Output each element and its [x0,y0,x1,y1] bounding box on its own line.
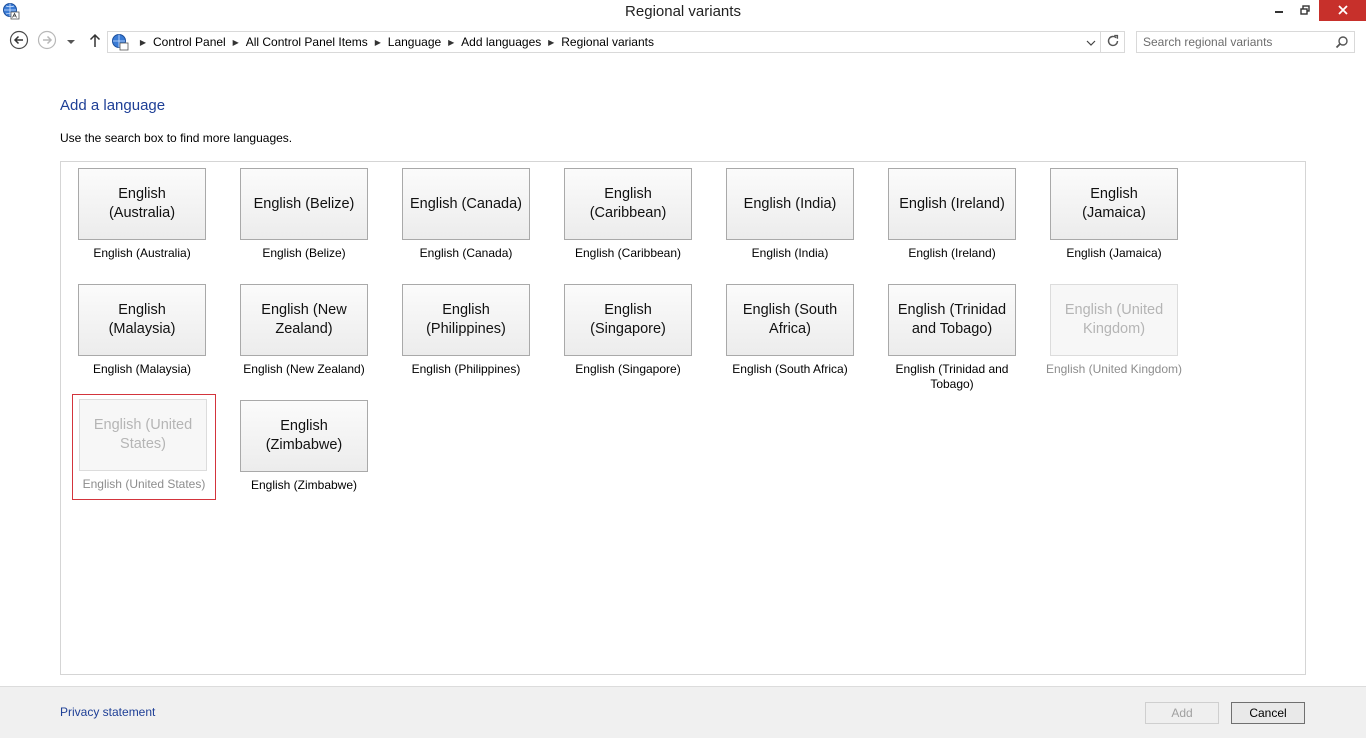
breadcrumb-separator-icon[interactable]: ▶ [227,38,245,47]
language-tile-icon: English (Caribbean) [564,168,692,240]
language-tile-english-united-kingdom: English (United Kingdom) English (United… [1040,278,1188,396]
back-button[interactable] [9,30,29,53]
breadcrumb-regional-variants[interactable]: Regional variants [560,35,655,49]
language-caption: English (Jamaica) [1066,246,1162,260]
language-caption: English (South Africa) [732,362,848,376]
address-history-button[interactable] [1084,34,1098,50]
language-caption: English (Zimbabwe) [250,478,358,492]
language-tile-icon: English (Philippines) [402,284,530,356]
breadcrumb-separator-icon[interactable]: ▶ [369,38,387,47]
up-button[interactable] [85,31,105,51]
minimize-icon [1274,4,1284,18]
language-caption: English (Caribbean) [574,246,682,260]
language-tile-icon: English (Belize) [240,168,368,240]
search-input[interactable] [1137,32,1327,52]
breadcrumb-language[interactable]: Language [387,35,442,49]
language-tile-english-caribbean[interactable]: English (Caribbean) English (Caribbean) [554,162,702,280]
cancel-button[interactable]: Cancel [1231,702,1305,724]
language-caption: English (Canada) [419,246,513,260]
language-tile-english-canada[interactable]: English (Canada) English (Canada) [392,162,540,280]
language-tile-english-belize[interactable]: English (Belize) English (Belize) [230,162,378,280]
control-panel-icon [111,33,129,51]
language-tile-icon: English (New Zealand) [240,284,368,356]
language-tile-icon: English (Trinidad and Tobago) [888,284,1016,356]
refresh-icon [1106,34,1120,51]
language-caption: English (United States) [82,477,206,491]
language-caption: English (Trinidad and Tobago) [895,362,1009,391]
refresh-button[interactable] [1101,31,1125,53]
language-caption: English (Belize) [262,246,346,260]
language-caption: English (New Zealand) [243,362,365,376]
language-tile-english-malaysia[interactable]: English (Malaysia) English (Malaysia) [68,278,216,396]
breadcrumb: ▶ Control Panel ▶ All Control Panel Item… [134,35,655,49]
minimize-button[interactable] [1266,0,1292,21]
footer-bar: Privacy statement Add Cancel [0,686,1366,738]
language-caption: English (Malaysia) [92,362,192,376]
search-box[interactable] [1136,31,1355,53]
window-title: Regional variants [625,3,741,20]
language-tile-english-jamaica[interactable]: English (Jamaica) English (Jamaica) [1040,162,1188,280]
search-icon[interactable] [1335,35,1349,49]
language-tile-english-new-zealand[interactable]: English (New Zealand) English (New Zeala… [230,278,378,396]
title-bar: Regional variants [0,0,1366,24]
forward-button[interactable] [37,30,57,53]
language-caption: English (Philippines) [411,362,521,376]
breadcrumb-separator-icon[interactable]: ▶ [134,38,152,47]
language-tile-icon: English (Malaysia) [78,284,206,356]
close-button[interactable] [1319,0,1366,21]
chevron-down-icon [1086,35,1096,49]
language-tile-english-india[interactable]: English (India) English (India) [716,162,864,280]
language-tile-icon: English (Ireland) [888,168,1016,240]
language-tile-english-trinidad-and-tobago[interactable]: English (Trinidad and Tobago) English (T… [878,278,1026,396]
language-tile-icon: English (United Kingdom) [1050,284,1178,356]
close-icon [1337,4,1348,18]
language-tile-english-south-africa[interactable]: English (South Africa) English (South Af… [716,278,864,396]
language-caption: English (United Kingdom) [1045,362,1183,376]
language-caption: English (Ireland) [908,246,996,260]
privacy-statement-link[interactable]: Privacy statement [60,705,155,719]
language-tile-icon: English (India) [726,168,854,240]
breadcrumb-all-control-panel-items[interactable]: All Control Panel Items [245,35,369,49]
language-caption: English (Australia) [93,246,191,260]
address-bar[interactable]: ▶ Control Panel ▶ All Control Panel Item… [107,31,1101,53]
back-arrow-icon [9,30,29,53]
breadcrumb-control-panel[interactable]: Control Panel [152,35,227,49]
chevron-down-icon [67,34,75,48]
language-tile-icon: English (United States) [79,399,207,471]
language-tile-english-ireland[interactable]: English (Ireland) English (Ireland) [878,162,1026,280]
breadcrumb-add-languages[interactable]: Add languages [460,35,542,49]
language-tile-icon: English (Canada) [402,168,530,240]
restore-icon [1300,4,1310,18]
language-tile-english-united-states[interactable]: English (United States) English (United … [72,394,216,500]
language-list-panel: English (Australia) English (Australia) … [60,161,1306,675]
add-button[interactable]: Add [1145,702,1219,724]
up-arrow-icon [88,32,102,51]
recent-locations-button[interactable] [64,31,78,51]
language-tile-icon: English (Singapore) [564,284,692,356]
language-tile-icon: English (Zimbabwe) [240,400,368,472]
forward-arrow-icon [37,30,57,53]
language-tile-english-singapore[interactable]: English (Singapore) English (Singapore) [554,278,702,396]
language-tile-icon: English (Jamaica) [1050,168,1178,240]
language-tile-english-australia[interactable]: English (Australia) English (Australia) [68,162,216,280]
page-title: Add a language [60,97,166,114]
breadcrumb-separator-icon[interactable]: ▶ [542,38,560,47]
language-caption: English (Singapore) [575,362,681,376]
language-tile-icon: English (South Africa) [726,284,854,356]
language-tile-english-philippines[interactable]: English (Philippines) English (Philippin… [392,278,540,396]
breadcrumb-separator-icon[interactable]: ▶ [442,38,460,47]
navigation-bar: ▶ Control Panel ▶ All Control Panel Item… [0,28,1366,54]
restore-button[interactable] [1292,0,1318,21]
instruction-text: Use the search box to find more language… [60,131,293,145]
language-tile-icon: English (Australia) [78,168,206,240]
language-caption: English (India) [751,246,829,260]
language-tile-english-zimbabwe[interactable]: English (Zimbabwe) English (Zimbabwe) [230,394,378,512]
